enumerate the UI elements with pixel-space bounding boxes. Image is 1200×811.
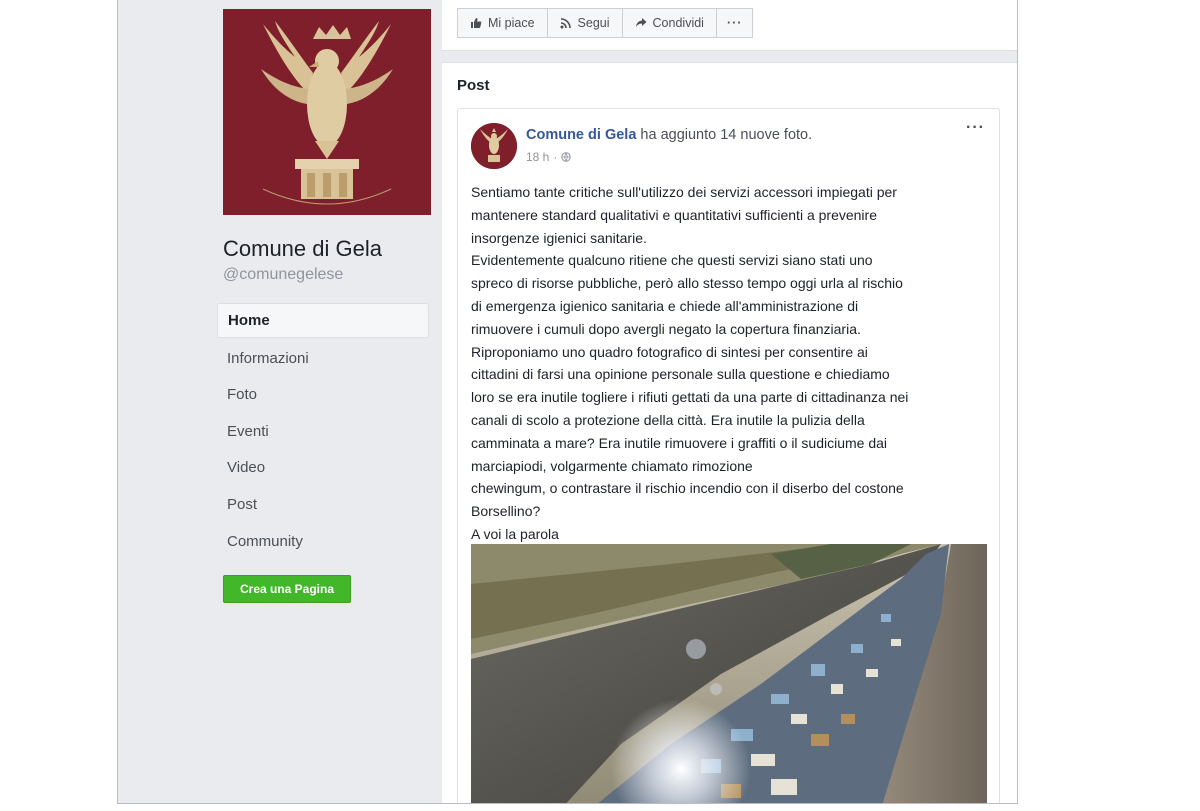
page-logo[interactable]: [223, 9, 431, 215]
rss-icon: [560, 18, 571, 29]
post-line: Sentiamo tante critiche sull'utilizzo de…: [471, 184, 897, 200]
nav-item-video[interactable]: Video: [217, 451, 429, 484]
post-line: Borsellino?: [471, 503, 541, 520]
post-meta: 18 h ·: [526, 150, 572, 164]
post-byline: Comune di Gela ha aggiunto 14 nuove foto…: [526, 127, 812, 143]
post-line: di emergenza igienico sanitaria e chiede…: [471, 297, 859, 314]
nav-item-informazioni[interactable]: Informazioni: [217, 342, 429, 375]
post-action-text: ha aggiunto 14 nuove foto.: [640, 127, 813, 143]
post-timestamp[interactable]: 18 h: [526, 150, 549, 164]
post-options-button[interactable]: ···: [966, 119, 985, 137]
share-arrow-icon: [635, 18, 647, 27]
post-line: A voi la parola: [471, 525, 559, 542]
post-line: cittadini di farsi una opinione personal…: [471, 366, 890, 383]
post-line: loro se era inutile togliere i rifiuti g…: [471, 389, 909, 406]
post-line: Evidentemente qualcuno ritiene che quest…: [471, 252, 873, 269]
post-line: spreco di risorse pubbliche, però allo s…: [471, 275, 903, 292]
thumbs-up-icon: [471, 18, 482, 28]
posts-section: Post Comune di Gela ha aggiunto 14 nuove…: [442, 62, 1017, 803]
post-line: mantenere standard qualitativi e quantit…: [471, 206, 877, 223]
globe-icon: [561, 152, 572, 162]
post-line: chewingum, o contrastare il rischio ince…: [471, 480, 904, 497]
share-label: Condividi: [652, 16, 704, 30]
page-navigation: Home Informazioni Foto Eventi Video Post…: [217, 303, 429, 561]
post-author-link[interactable]: Comune di Gela: [526, 127, 636, 143]
page-title[interactable]: Comune di Gela: [223, 236, 382, 262]
avatar[interactable]: [471, 123, 517, 169]
page-action-bar: Mi piace Segui Condividi ···: [442, 0, 1017, 51]
post-line: canali di scolo a protezione della città…: [471, 411, 865, 428]
meta-separator: ·: [553, 150, 558, 164]
nav-item-home[interactable]: Home: [217, 303, 429, 338]
share-button[interactable]: Condividi: [621, 8, 717, 38]
page-handle[interactable]: @comunegelese: [223, 266, 343, 284]
post-line: marciapiodi, volgarmente chiamato rimozi…: [471, 457, 753, 474]
like-label: Mi piace: [488, 16, 535, 30]
eagle-crest-logo: [223, 9, 431, 215]
nav-item-community[interactable]: Community: [217, 525, 429, 558]
facebook-page-frame: Comune di Gela @comunegelese Home Inform…: [117, 0, 1018, 804]
post-body: Sentiamo tante critiche sull'utilizzo de…: [471, 181, 989, 546]
like-button[interactable]: Mi piace: [457, 8, 548, 38]
post-line: rimuovere i cumuli dopo avergli negato l…: [471, 320, 861, 337]
post-photo[interactable]: [471, 544, 987, 803]
post-line: insorgenze igienici sanitarie.: [471, 229, 647, 246]
follow-button[interactable]: Segui: [546, 8, 623, 38]
drainage-canal-photo: [471, 544, 987, 803]
eagle-crest-avatar-icon: [471, 123, 517, 169]
nav-item-eventi[interactable]: Eventi: [217, 415, 429, 448]
nav-item-post[interactable]: Post: [217, 488, 429, 521]
more-actions-button[interactable]: ···: [715, 8, 754, 38]
post-card: Comune di Gela ha aggiunto 14 nuove foto…: [457, 108, 1000, 803]
nav-item-foto[interactable]: Foto: [217, 378, 429, 411]
create-page-button[interactable]: Crea una Pagina: [223, 575, 351, 603]
post-line: Riproponiamo uno quadro fotografico di s…: [471, 343, 868, 360]
follow-label: Segui: [577, 16, 610, 30]
posts-section-title: Post: [457, 77, 490, 94]
post-line: camminata a mare? Era inutile rimuovere …: [471, 434, 888, 451]
